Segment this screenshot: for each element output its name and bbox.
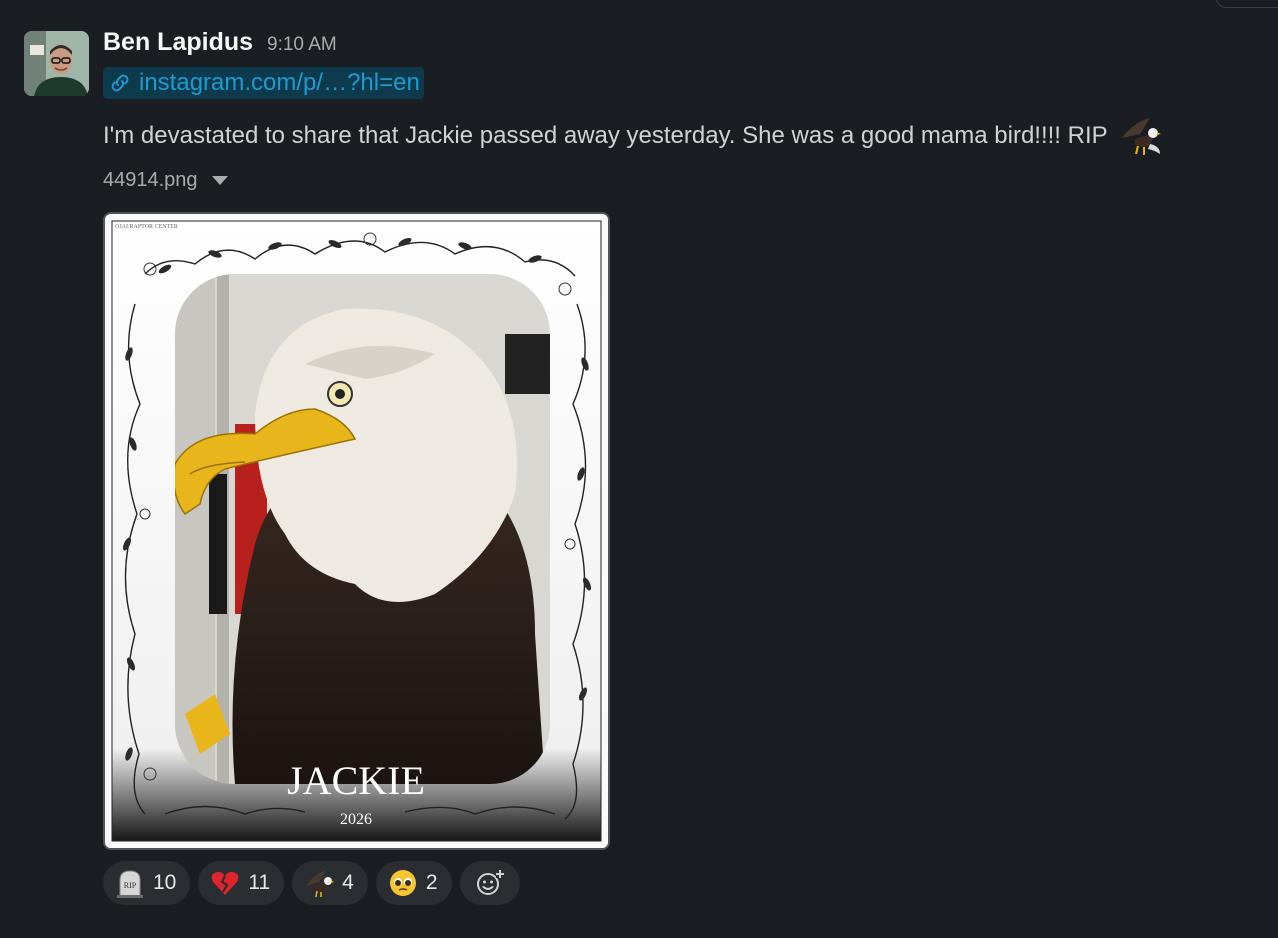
author-name[interactable]: Ben Lapidus [103, 28, 253, 57]
chevron-down-icon[interactable] [211, 175, 228, 185]
reaction-count: 2 [425, 871, 438, 894]
message: Ben Lapidus 9:10 AM instagram.com/p/…?hl… [0, 0, 1278, 938]
svg-text:RIP: RIP [124, 881, 137, 890]
image-attachment[interactable]: OJAI RAPTOR CENTER JACKIE 2026 [103, 212, 610, 850]
avatar-photo [24, 31, 89, 96]
reactions-bar: RIP 10 11 4 2 [103, 861, 520, 905]
image-caption-name: JACKIE [287, 758, 425, 803]
timestamp[interactable]: 9:10 AM [267, 34, 337, 56]
reaction-broken-heart[interactable]: 11 [198, 861, 285, 905]
reaction-count: 10 [153, 871, 177, 894]
reaction-pleading-face[interactable]: 2 [375, 861, 452, 905]
file-name[interactable]: 44914.png [103, 169, 198, 192]
reaction-count: 11 [248, 871, 271, 894]
avatar[interactable] [24, 31, 89, 96]
image-corner-caption: OJAI RAPTOR CENTER [115, 224, 178, 230]
add-reaction-button[interactable] [459, 861, 520, 905]
jackie-memorial-image: OJAI RAPTOR CENTER JACKIE 2026 [105, 214, 608, 848]
headstone-rip-icon: RIP [117, 870, 143, 898]
reaction-eagle[interactable]: 4 [292, 861, 368, 905]
message-text: I'm devastated to share that Jackie pass… [103, 118, 1263, 155]
link-text: instagram.com/p/…?hl=en [139, 69, 420, 96]
eagle-icon [306, 870, 335, 898]
broken-heart-icon [212, 871, 239, 895]
message-body: I'm devastated to share that Jackie pass… [103, 122, 1108, 149]
message-header: Ben Lapidus 9:10 AM [103, 28, 1263, 60]
message-content: Ben Lapidus 9:10 AM instagram.com/p/…?hl… [103, 28, 1263, 194]
file-header: 44914.png [103, 166, 1263, 194]
reaction-count: 4 [342, 871, 354, 894]
add-emoji-icon [476, 870, 504, 895]
message-actions-edge [1216, 0, 1278, 8]
pleading-face-icon [389, 870, 416, 896]
instagram-link[interactable]: instagram.com/p/…?hl=en [103, 67, 424, 99]
eagle-emoji-icon [1121, 118, 1161, 155]
image-caption-year: 2026 [340, 811, 372, 828]
reaction-rip[interactable]: RIP 10 [103, 861, 191, 905]
link-icon [111, 74, 129, 92]
